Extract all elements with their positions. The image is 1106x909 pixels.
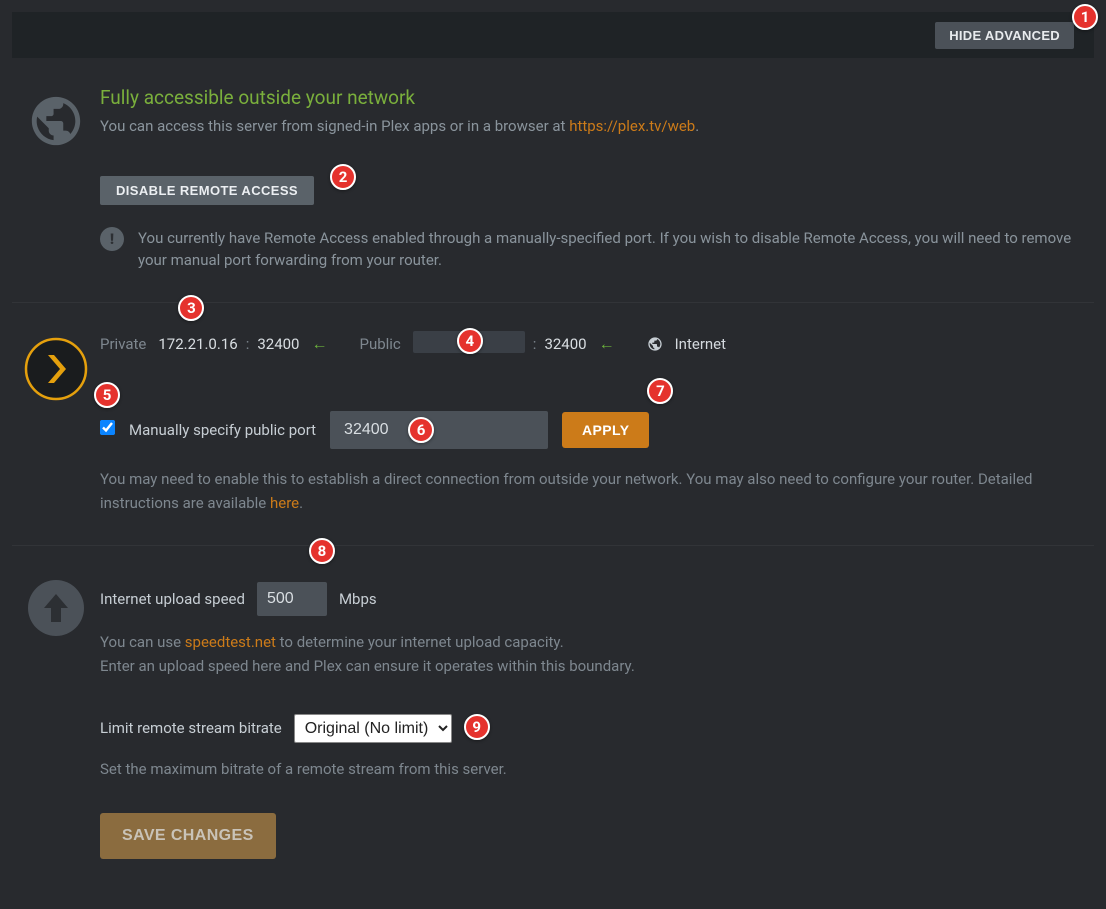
annotation-badge-3: 3 (178, 295, 204, 321)
plex-web-link[interactable]: https://plex.tv/web (569, 117, 695, 135)
globe-icon (27, 92, 85, 150)
public-port: 32400 (544, 335, 586, 353)
globe-icon-col (12, 86, 100, 272)
private-label: Private (100, 335, 146, 353)
top-bar: HIDE ADVANCED 1 (12, 12, 1094, 58)
public-label: Public (359, 335, 400, 353)
upload-speed-label: Internet upload speed (100, 590, 245, 608)
access-desc-text: You can access this server from signed-i… (100, 117, 569, 135)
info-text: You currently have Remote Access enabled… (138, 227, 1078, 272)
upload-icon-col (12, 574, 100, 859)
private-port: 32400 (257, 335, 299, 353)
upload-help-suffix: to determine your internet upload capaci… (276, 633, 564, 651)
manual-port-input[interactable] (330, 411, 548, 449)
upload-speed-input[interactable] (257, 582, 327, 616)
upload-body: Internet upload speed 8 Mbps You can use… (100, 574, 1094, 859)
annotation-badge-2: 2 (330, 164, 356, 190)
info-row: ! You currently have Remote Access enabl… (100, 227, 1078, 272)
hide-advanced-button[interactable]: HIDE ADVANCED (935, 22, 1074, 49)
manual-port-checkbox[interactable] (100, 420, 115, 435)
manual-port-row: 5 Manually specify public port 6 APPLY 7 (100, 411, 1078, 449)
annotation-badge-8: 8 (309, 538, 335, 564)
annotation-badge-7: 7 (647, 378, 673, 404)
upload-section: Internet upload speed 8 Mbps You can use… (12, 546, 1094, 889)
bitrate-help: Set the maximum bitrate of a remote stre… (100, 757, 1078, 781)
period-2: . (299, 494, 303, 512)
help-prefix: You may need to enable this to establish… (100, 470, 1033, 512)
arrow-left-icon: ← (311, 334, 327, 354)
network-row: Private 172.21.0.16 3 : 32400 ← Public 4… (100, 331, 1078, 357)
private-ip: 172.21.0.16 (158, 335, 237, 353)
access-body: Fully accessible outside your network Yo… (100, 86, 1094, 272)
upload-speed-unit: Mbps (339, 590, 377, 608)
access-desc: You can access this server from signed-i… (100, 115, 1078, 138)
upload-arrow-icon (28, 580, 84, 636)
apply-button[interactable]: APPLY (562, 412, 649, 448)
network-body: Private 172.21.0.16 3 : 32400 ← Public 4… (100, 331, 1094, 515)
access-section: Fully accessible outside your network Yo… (12, 58, 1094, 303)
globe-small-icon (647, 336, 663, 352)
bitrate-row: Limit remote stream bitrate Original (No… (100, 714, 1078, 743)
save-changes-button[interactable]: SAVE CHANGES (100, 813, 276, 859)
upload-help-prefix: You can use (100, 633, 185, 651)
manual-port-label: Manually specify public port (129, 421, 316, 439)
speedtest-link[interactable]: speedtest.net (185, 633, 276, 651)
bitrate-select[interactable]: Original (No limit) (294, 714, 452, 743)
network-section: Private 172.21.0.16 3 : 32400 ← Public 4… (12, 303, 1094, 546)
upload-speed-row: Internet upload speed 8 Mbps (100, 582, 1078, 616)
annotation-badge-5: 5 (94, 382, 120, 408)
arrow-left-icon-2: ← (599, 334, 615, 354)
bitrate-label: Limit remote stream bitrate (100, 719, 282, 737)
help-link[interactable]: here (270, 494, 299, 512)
content: Fully accessible outside your network Yo… (0, 58, 1106, 889)
upload-help: You can use speedtest.net to determine y… (100, 630, 1078, 678)
plex-icon-col (12, 331, 100, 515)
manual-port-help: You may need to enable this to establish… (100, 467, 1078, 515)
annotation-badge-9: 9 (464, 714, 490, 740)
annotation-badge-4: 4 (457, 328, 483, 354)
plex-logo-icon (24, 337, 88, 401)
annotation-badge-1: 1 (1072, 4, 1098, 30)
internet-label: Internet (675, 335, 726, 353)
annotation-badge-6: 6 (408, 417, 434, 443)
period: . (695, 117, 699, 135)
info-icon: ! (100, 227, 124, 251)
access-title: Fully accessible outside your network (100, 86, 1078, 109)
disable-remote-access-button[interactable]: DISABLE REMOTE ACCESS (100, 176, 314, 205)
colon-2: : (533, 335, 537, 353)
colon: : (246, 335, 250, 353)
upload-help-line2: Enter an upload speed here and Plex can … (100, 657, 635, 675)
